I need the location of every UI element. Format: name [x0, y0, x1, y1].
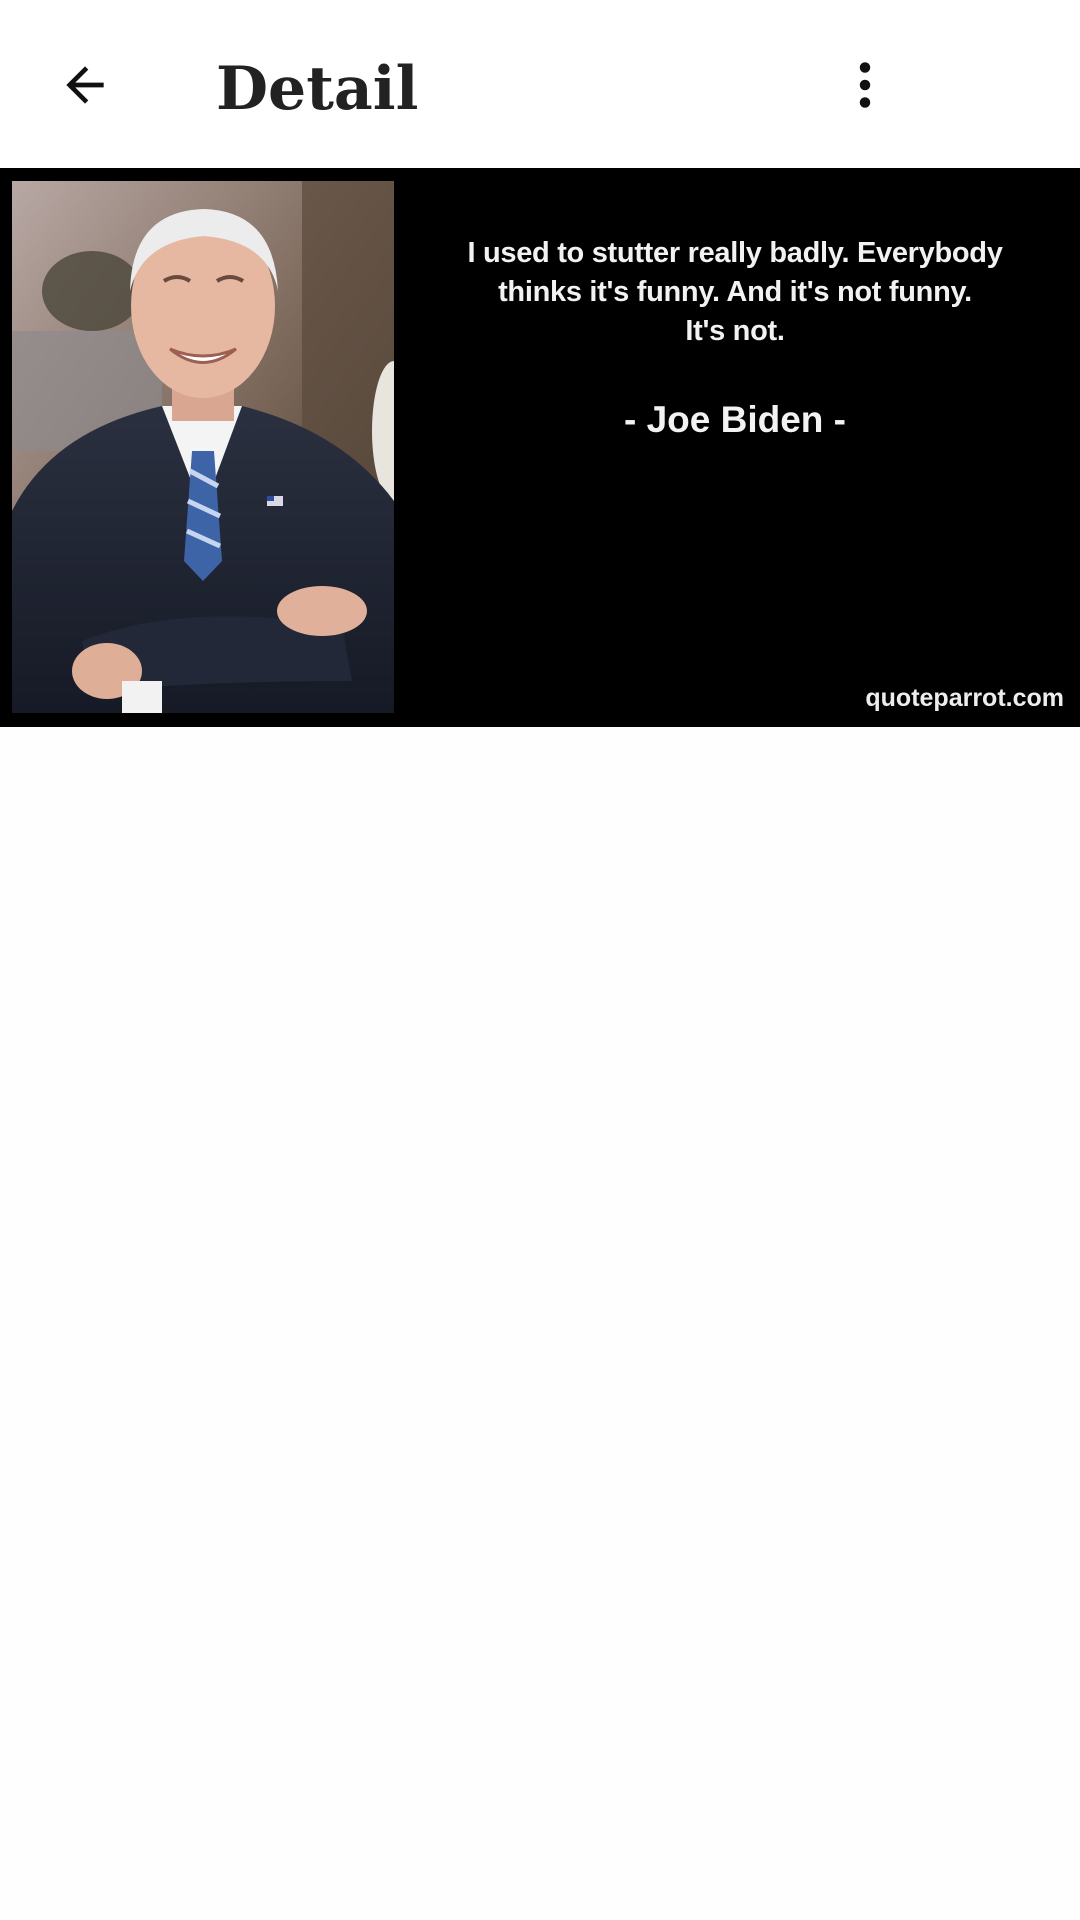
watermark: quoteparrot.com	[865, 684, 1064, 712]
portrait-photo	[12, 181, 394, 713]
quote-line: It's not.	[685, 315, 785, 347]
more-vert-icon	[859, 62, 871, 108]
back-button[interactable]	[40, 40, 130, 130]
page-title: Detail	[216, 54, 419, 124]
more-options-button[interactable]	[820, 40, 910, 130]
arrow-back-icon	[66, 66, 104, 104]
quote-image[interactable]: I used to stutter really badly. Everybod…	[0, 168, 1080, 727]
quote-line: I used to stutter really badly. Everybod…	[467, 237, 1003, 269]
quote-text: I used to stutter really badly. Everybod…	[420, 234, 1050, 351]
app-bar: Detail	[0, 0, 1080, 168]
quote-author: - Joe Biden -	[623, 399, 847, 440]
quote-line: thinks it's funny. And it's not funny.	[498, 276, 972, 308]
